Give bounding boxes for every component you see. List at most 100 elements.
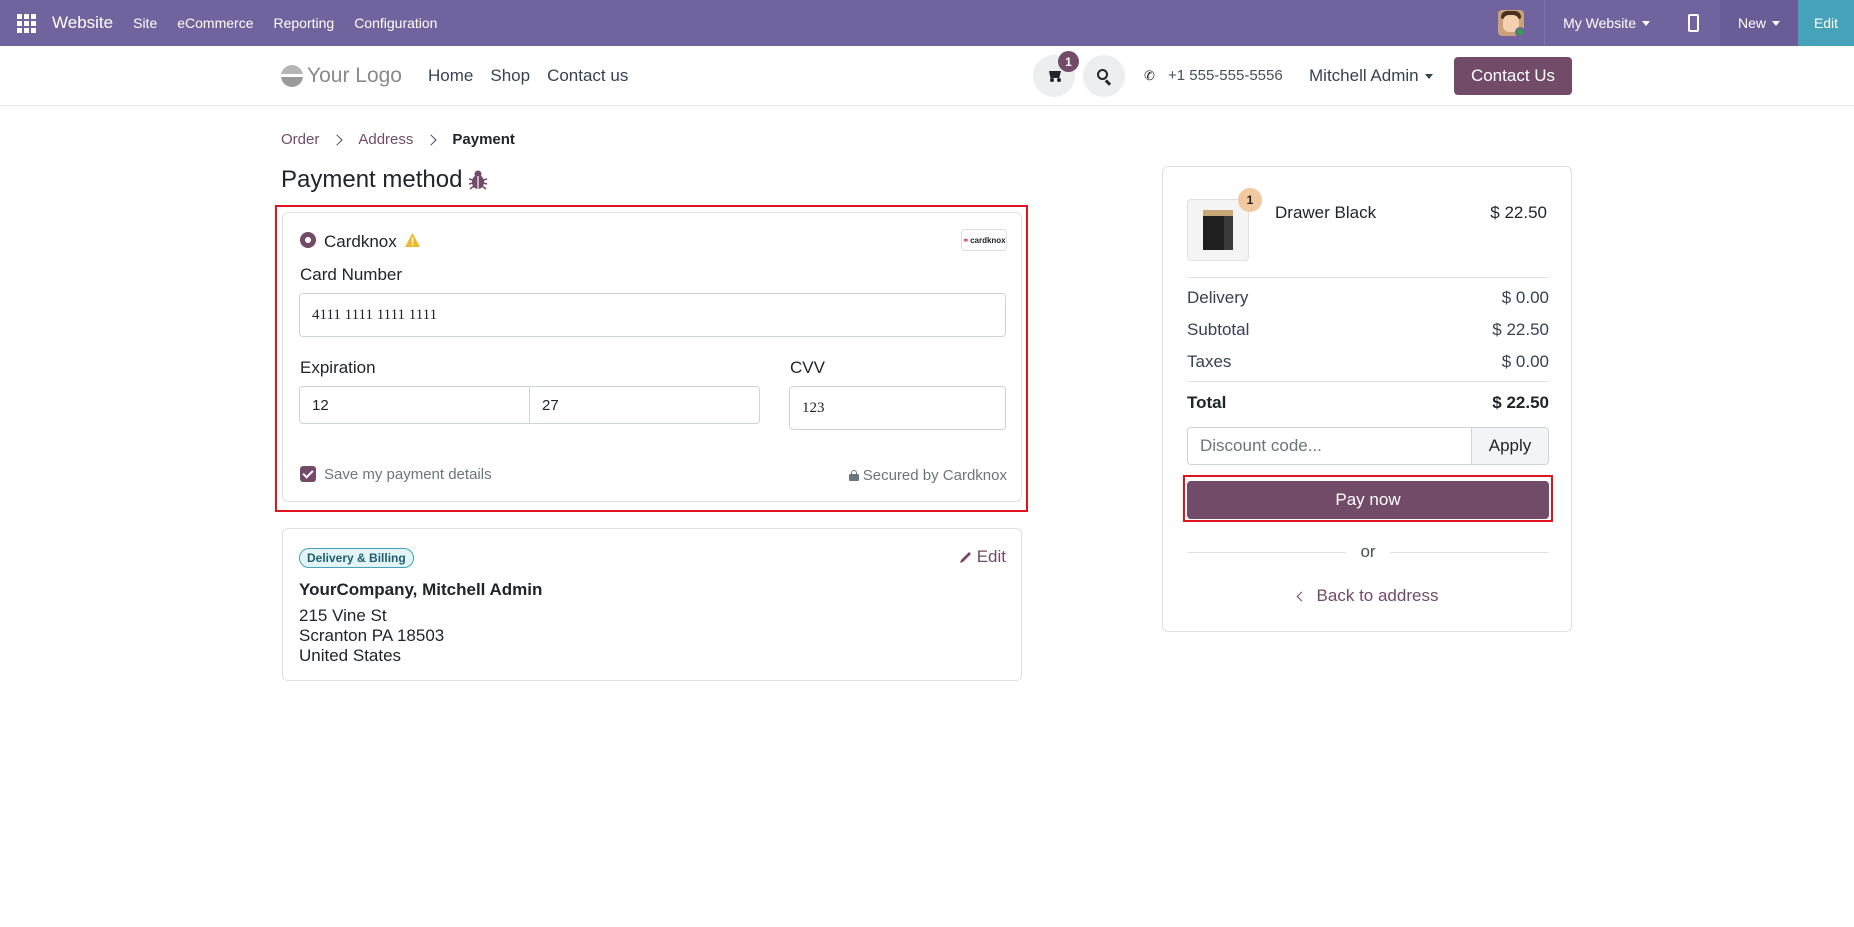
summary-row-label: Taxes [1187, 352, 1232, 371]
card-number-label: Card Number [300, 265, 403, 284]
summary-row-label: Subtotal [1187, 320, 1250, 339]
edit-address-link[interactable]: Edit [959, 547, 1006, 567]
website-selector[interactable]: My Website [1544, 0, 1668, 46]
page-title: Payment method [281, 166, 488, 194]
breadcrumb-order[interactable]: Order [281, 131, 319, 148]
edit-button[interactable]: Edit [1798, 0, 1854, 46]
menu-reporting[interactable]: Reporting [273, 15, 334, 31]
breadcrumb-payment: Payment [452, 131, 515, 148]
payment-method-card: Cardknox ⚭ cardknox Card Number 4111 1111… [282, 212, 1022, 502]
logo-text: Your Logo [307, 64, 402, 87]
summary-row-value: $ 22.50 [1492, 320, 1549, 339]
search-icon [1097, 69, 1112, 86]
expiration-month-input[interactable]: 12 [299, 386, 530, 424]
site-header: Your Logo Home Shop Contact us 1 ✆ +1 55… [0, 46, 1854, 106]
pay-now-highlight-frame [1183, 475, 1553, 522]
cvv-label: CVV [790, 358, 825, 377]
summary-row-taxes: Taxes $ 0.00 [1187, 352, 1549, 372]
back-to-address-link[interactable]: Back to address [1163, 586, 1573, 606]
user-menu[interactable]: Mitchell Admin [1309, 66, 1433, 86]
summary-row-delivery: Delivery $ 0.00 [1187, 288, 1549, 308]
card-number-input[interactable]: 4111 1111 1111 1111 [299, 293, 1006, 337]
logo-mark-icon [281, 65, 303, 87]
website-selector-label: My Website [1563, 15, 1636, 31]
caret-down-icon [1424, 73, 1433, 79]
chevron-left-icon [1296, 591, 1306, 601]
menu-site[interactable]: Site [133, 15, 157, 31]
summary-row-value: $ 0.00 [1501, 288, 1549, 307]
address-line: United States [299, 646, 402, 665]
warning-icon [405, 233, 420, 247]
user-avatar[interactable] [1498, 10, 1525, 36]
total-value: $ 22.50 [1492, 393, 1549, 412]
delivery-billing-badge: Delivery & Billing [299, 548, 414, 568]
expiration-label: Expiration [300, 358, 376, 377]
main-nav: Home Shop Contact us [428, 66, 645, 86]
product-name[interactable]: Drawer Black [1275, 203, 1376, 223]
admin-topbar: Website Site eCommerce Reporting Configu… [0, 0, 1854, 46]
lock-icon [848, 470, 859, 481]
cart-count-badge: 1 [1058, 51, 1079, 72]
bug-icon [469, 170, 488, 190]
online-status-icon [1515, 27, 1525, 36]
product-price: $ 22.50 [1490, 203, 1547, 222]
or-separator: or [1187, 542, 1549, 562]
discount-code-input[interactable]: Discount code... [1187, 427, 1472, 465]
total-label: Total [1187, 393, 1227, 412]
cart-button[interactable]: 1 [1033, 51, 1079, 97]
caret-down-icon [1641, 20, 1650, 26]
menu-ecommerce[interactable]: eCommerce [177, 15, 253, 31]
chevron-right-icon [331, 133, 344, 146]
summary-row-total: Total $ 22.50 [1187, 393, 1549, 413]
product-thumbnail [1187, 199, 1249, 261]
secured-by-text: Secured by Cardknox [862, 467, 1007, 484]
app-brand[interactable]: Website [52, 13, 113, 33]
address-line: Scranton PA 18503 [299, 626, 445, 645]
user-name: Mitchell Admin [1309, 66, 1419, 85]
phone-number: +1 555-555-5556 [1168, 67, 1283, 84]
summary-row-value: $ 0.00 [1501, 352, 1549, 371]
expiration-year-input[interactable]: 27 [529, 386, 760, 424]
search-button[interactable] [1083, 55, 1125, 97]
mobile-icon [1688, 14, 1700, 32]
site-logo[interactable]: Your Logo [281, 64, 402, 88]
caret-down-icon [1772, 20, 1780, 26]
drawer-image [1203, 210, 1233, 250]
pencil-icon [959, 552, 971, 563]
breadcrumb-address[interactable]: Address [358, 131, 413, 148]
or-label: or [1360, 542, 1376, 561]
discount-group: Discount code... Apply [1187, 427, 1549, 465]
new-button-label: New [1737, 15, 1766, 31]
cardknox-logo: ⚭ cardknox [961, 229, 1007, 251]
save-details-label[interactable]: Save my payment details [324, 466, 492, 483]
address-line: 215 Vine St [299, 606, 387, 625]
menu-configuration[interactable]: Configuration [354, 15, 437, 31]
checkout-breadcrumb: Order Address Payment [281, 131, 515, 148]
nav-contact-us[interactable]: Contact us [547, 66, 628, 86]
order-summary-card: 1 Drawer Black $ 22.50 Delivery $ 0.00 S… [1162, 166, 1572, 632]
cvv-input[interactable]: 123 [789, 386, 1006, 430]
phone-icon: ✆ [1144, 67, 1155, 83]
divider [1187, 277, 1549, 278]
product-qty-badge: 1 [1238, 188, 1262, 212]
cart-icon [1047, 70, 1061, 82]
nav-home[interactable]: Home [428, 66, 473, 86]
summary-row-label: Delivery [1187, 288, 1249, 307]
apps-menu-button[interactable] [0, 0, 52, 46]
nav-shop[interactable]: Shop [490, 66, 530, 86]
apps-grid-icon [16, 13, 36, 33]
edit-address-label: Edit [976, 547, 1006, 566]
save-details-checkbox[interactable] [300, 466, 316, 482]
page-title-text: Payment method [281, 166, 463, 193]
contact-us-button[interactable]: Contact Us [1454, 57, 1572, 95]
divider [1187, 381, 1549, 382]
apply-discount-button[interactable]: Apply [1472, 427, 1549, 465]
new-button[interactable]: New [1719, 0, 1798, 46]
header-phone[interactable]: ✆ +1 555-555-5556 [1144, 67, 1283, 84]
provider-radio[interactable] [300, 232, 316, 248]
address-card: Delivery & Billing Edit YourCompany, Mit… [282, 528, 1022, 681]
mobile-preview-button[interactable] [1668, 0, 1720, 46]
chevron-right-icon [425, 133, 438, 146]
back-to-address-label: Back to address [1316, 586, 1439, 605]
provider-name: Cardknox [324, 232, 397, 251]
